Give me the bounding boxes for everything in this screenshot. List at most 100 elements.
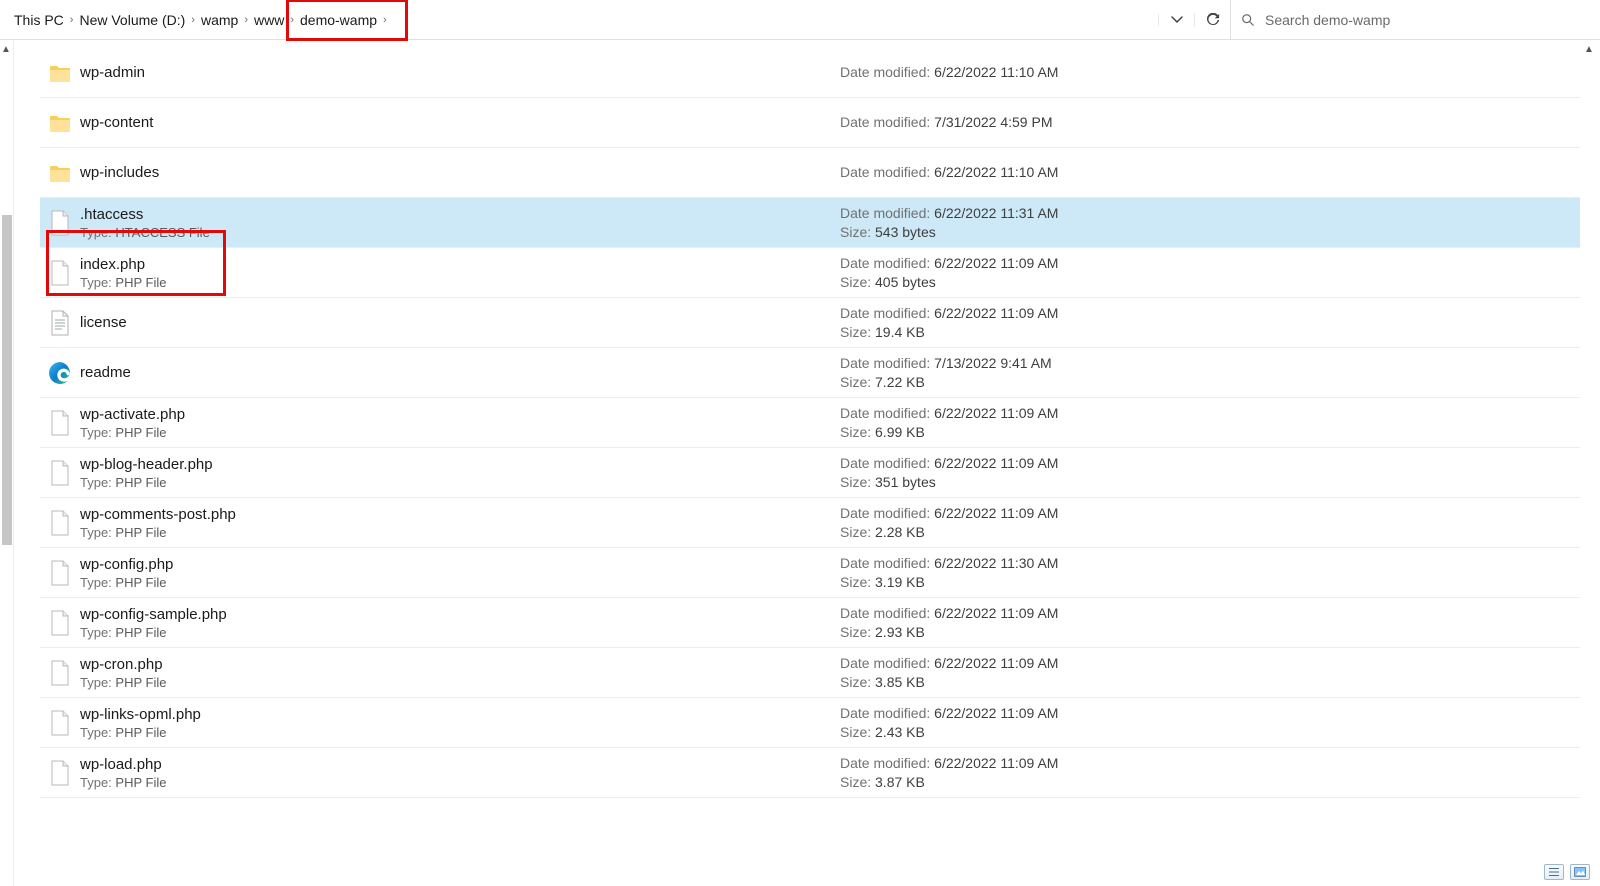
size-label: Size: (840, 224, 875, 240)
file-row[interactable]: readmeDate modified: 7/13/2022 9:41 AMSi… (40, 348, 1580, 398)
size-label: Size: (840, 674, 875, 690)
file-date-modified: Date modified: 6/22/2022 11:09 AM (840, 754, 1560, 773)
file-row[interactable]: wp-cron.phpType: PHP FileDate modified: … (40, 648, 1580, 698)
size-label: Size: (840, 474, 875, 490)
blank-icon (40, 459, 80, 487)
file-name: wp-includes (80, 164, 840, 181)
size-label: Size: (840, 424, 875, 440)
chevron-right-icon: › (383, 14, 387, 26)
text-icon (40, 309, 80, 337)
breadcrumb-item[interactable]: This PC› (12, 12, 75, 28)
search-box[interactable] (1230, 0, 1600, 39)
file-date-modified: Date modified: 6/22/2022 11:31 AM (840, 204, 1560, 223)
type-label: Type: (80, 525, 115, 540)
date-label: Date modified: (840, 605, 934, 621)
search-icon (1241, 13, 1255, 27)
breadcrumb-item[interactable]: demo-wamp› (298, 12, 389, 28)
file-type: Type: PHP File (80, 425, 840, 440)
file-name-column: .htaccessType: HTACCESS File (80, 200, 840, 246)
date-label: Date modified: (840, 555, 934, 571)
file-name: wp-content (80, 114, 840, 131)
file-row[interactable]: index.phpType: PHP FileDate modified: 6/… (40, 248, 1580, 298)
file-meta-column: Date modified: 6/22/2022 11:10 AM (840, 63, 1560, 82)
file-size: Size: 6.99 KB (840, 423, 1560, 442)
file-size: Size: 2.28 KB (840, 523, 1560, 542)
address-actions (1158, 0, 1230, 39)
toolbar: This PC›New Volume (D:)›wamp›www›demo-wa… (0, 0, 1600, 40)
list-icon (1548, 867, 1560, 877)
type-label: Type: (80, 625, 115, 640)
file-name: wp-cron.php (80, 656, 840, 673)
date-value: 6/22/2022 11:09 AM (934, 255, 1058, 271)
file-row[interactable]: wp-contentDate modified: 7/31/2022 4:59 … (40, 98, 1580, 148)
file-name-column: wp-activate.phpType: PHP File (80, 400, 840, 446)
file-date-modified: Date modified: 6/22/2022 11:09 AM (840, 604, 1560, 623)
file-meta-column: Date modified: 6/22/2022 11:09 AMSize: 2… (840, 704, 1560, 742)
type-value: PHP File (115, 425, 166, 440)
file-name-column: wp-blog-header.phpType: PHP File (80, 450, 840, 496)
address-dropdown-button[interactable] (1158, 14, 1194, 26)
scroll-up-icon[interactable]: ▲ (1584, 44, 1594, 55)
edge-icon (40, 360, 80, 386)
breadcrumb[interactable]: This PC›New Volume (D:)›wamp›www›demo-wa… (6, 0, 1158, 39)
scroll-up-icon[interactable]: ▲ (1, 44, 11, 55)
file-name: index.php (80, 256, 840, 273)
view-details-button[interactable] (1544, 864, 1564, 880)
size-value: 2.93 KB (875, 624, 925, 640)
file-date-modified: Date modified: 6/22/2022 11:09 AM (840, 454, 1560, 473)
size-value: 3.87 KB (875, 774, 925, 790)
blank-icon (40, 409, 80, 437)
size-label: Size: (840, 774, 875, 790)
size-value: 405 bytes (875, 274, 936, 290)
file-date-modified: Date modified: 6/22/2022 11:10 AM (840, 163, 1560, 182)
breadcrumb-item[interactable]: www› (252, 12, 296, 28)
size-label: Size: (840, 374, 875, 390)
size-label: Size: (840, 574, 875, 590)
size-value: 2.43 KB (875, 724, 925, 740)
file-row[interactable]: wp-comments-post.phpType: PHP FileDate m… (40, 498, 1580, 548)
date-label: Date modified: (840, 205, 934, 221)
size-value: 6.99 KB (875, 424, 925, 440)
type-value: PHP File (115, 675, 166, 690)
nav-pane-collapsed[interactable]: ▲ (0, 40, 14, 886)
date-value: 6/22/2022 11:09 AM (934, 705, 1058, 721)
file-row[interactable]: wp-config.phpType: PHP FileDate modified… (40, 548, 1580, 598)
breadcrumb-item[interactable]: wamp› (199, 12, 250, 28)
file-size: Size: 405 bytes (840, 273, 1560, 292)
size-value: 3.19 KB (875, 574, 925, 590)
chevron-right-icon: › (290, 14, 294, 26)
file-name-column: wp-load.phpType: PHP File (80, 750, 840, 796)
type-label: Type: (80, 425, 115, 440)
type-value: PHP File (115, 275, 166, 290)
date-value: 6/22/2022 11:09 AM (934, 505, 1058, 521)
date-value: 6/22/2022 11:10 AM (934, 164, 1058, 180)
file-meta-column: Date modified: 6/22/2022 11:31 AMSize: 5… (840, 204, 1560, 242)
file-name-column: readme (80, 358, 840, 387)
file-type: Type: PHP File (80, 625, 840, 640)
file-row[interactable]: .htaccessType: HTACCESS FileDate modifie… (40, 198, 1580, 248)
type-value: PHP File (115, 575, 166, 590)
file-row[interactable]: licenseDate modified: 6/22/2022 11:09 AM… (40, 298, 1580, 348)
breadcrumb-item[interactable]: New Volume (D:)› (77, 12, 196, 28)
file-row[interactable]: wp-load.phpType: PHP FileDate modified: … (40, 748, 1580, 798)
search-input[interactable] (1263, 11, 1590, 29)
nav-scrollbar-thumb[interactable] (2, 215, 12, 545)
file-name: wp-comments-post.php (80, 506, 840, 523)
file-row[interactable]: wp-includesDate modified: 6/22/2022 11:1… (40, 148, 1580, 198)
file-row[interactable]: wp-adminDate modified: 6/22/2022 11:10 A… (40, 48, 1580, 98)
file-meta-column: Date modified: 6/22/2022 11:10 AM (840, 163, 1560, 182)
file-date-modified: Date modified: 6/22/2022 11:09 AM (840, 654, 1560, 673)
size-value: 2.28 KB (875, 524, 925, 540)
type-value: PHP File (115, 525, 166, 540)
refresh-button[interactable] (1194, 13, 1230, 27)
file-row[interactable]: wp-activate.phpType: PHP FileDate modifi… (40, 398, 1580, 448)
right-scrollbar[interactable]: ▲ (1580, 40, 1600, 886)
file-row[interactable]: wp-blog-header.phpType: PHP FileDate mod… (40, 448, 1580, 498)
view-large-icons-button[interactable] (1570, 864, 1590, 880)
file-row[interactable]: wp-config-sample.phpType: PHP FileDate m… (40, 598, 1580, 648)
type-label: Type: (80, 575, 115, 590)
file-meta-column: Date modified: 6/22/2022 11:09 AMSize: 3… (840, 654, 1560, 692)
date-value: 6/22/2022 11:09 AM (934, 305, 1058, 321)
file-row[interactable]: wp-links-opml.phpType: PHP FileDate modi… (40, 698, 1580, 748)
size-label: Size: (840, 274, 875, 290)
